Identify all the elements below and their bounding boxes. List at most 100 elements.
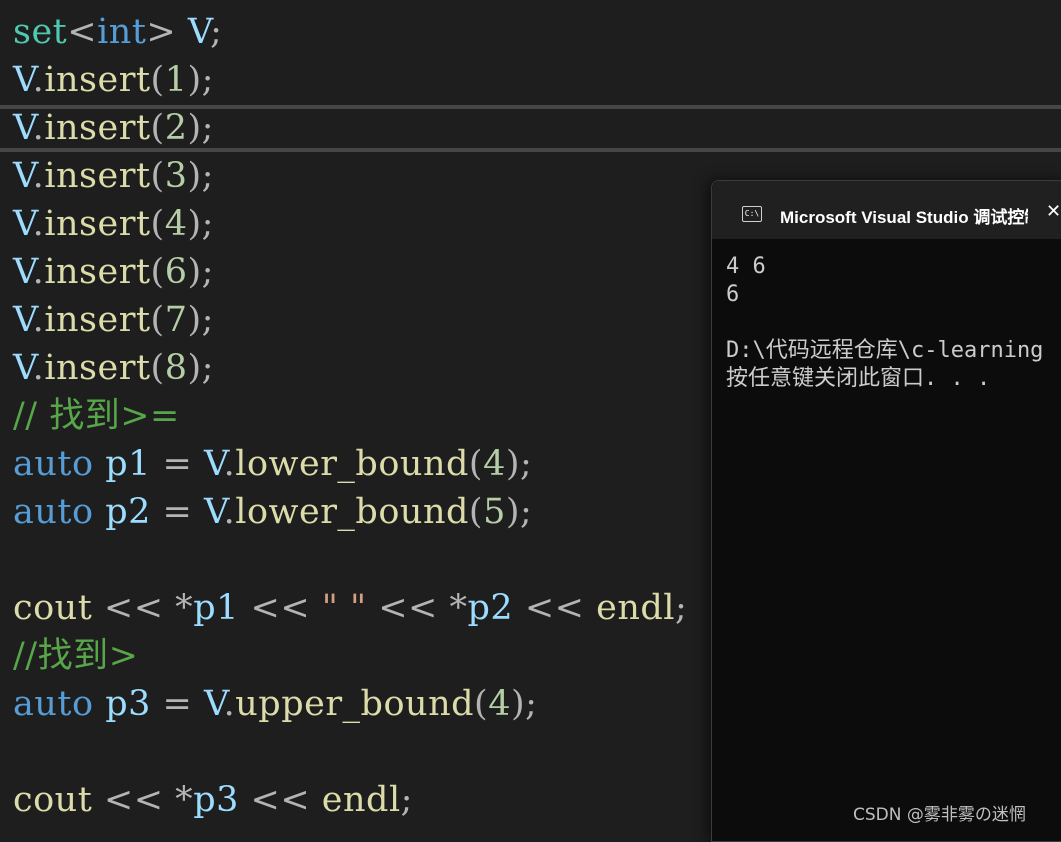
code-token: 3 (164, 156, 188, 196)
code-token: ); (505, 492, 533, 532)
code-token: 4 (488, 684, 511, 724)
code-token: ; (400, 780, 413, 820)
code-token: auto (13, 444, 94, 484)
close-icon[interactable]: ✕ (1046, 201, 1061, 223)
code-token: cout (13, 588, 93, 628)
code-line[interactable]: auto p1 = V.lower_bound(4); (13, 440, 532, 488)
code-line[interactable]: V.insert(1); (13, 56, 214, 104)
console-output-line: 4 6 (726, 254, 766, 279)
code-token: V (187, 12, 211, 52)
code-token: . (32, 252, 45, 292)
code-token: 5 (483, 492, 506, 532)
code-token: p2 (105, 492, 151, 532)
code-token: ( (150, 348, 165, 388)
code-token: p1 (193, 588, 239, 628)
code-token: int (97, 12, 147, 52)
code-token: p2 (467, 588, 514, 628)
code-line-current[interactable]: V.insert(2); (13, 104, 214, 152)
code-token: ( (150, 156, 165, 196)
code-token: . (223, 684, 236, 724)
code-token: ); (187, 108, 214, 148)
code-line[interactable]: V.insert(6); (13, 248, 214, 296)
console-output-line: 按任意键关闭此窗口. . . (726, 366, 991, 391)
code-token: lower_bound (235, 492, 469, 532)
code-token: . (32, 156, 45, 196)
code-line[interactable]: V.insert(4); (13, 200, 214, 248)
code-token: ( (150, 204, 165, 244)
code-line[interactable]: cout << *p3 << endl; (13, 776, 413, 824)
code-token: . (223, 492, 236, 532)
code-token: endl (321, 780, 401, 820)
code-line[interactable]: set<int> V; (13, 8, 222, 56)
watermark: CSDN @雾非雾の迷惘 (853, 805, 1026, 825)
code-token: // 找到>= (13, 396, 180, 436)
code-token: 8 (164, 348, 188, 388)
code-token: p3 (105, 684, 151, 724)
console-output: 4 6 6 D:\代码远程仓库\c-learning 按任意键关闭此窗口. . . (726, 253, 1061, 813)
code-token: upper_bound (235, 684, 475, 724)
code-token: = (150, 444, 204, 484)
code-token: ); (187, 348, 214, 388)
code-token: . (32, 300, 45, 340)
code-token: < (67, 12, 98, 52)
console-app-icon: C:\ (742, 206, 762, 222)
code-token: ); (510, 684, 538, 724)
code-token: . (32, 108, 45, 148)
code-line[interactable]: V.insert(8); (13, 344, 214, 392)
code-token: insert (44, 204, 151, 244)
code-token: . (32, 204, 45, 244)
code-token: p1 (105, 444, 151, 484)
code-token: ; (674, 588, 688, 628)
console-output-line: 6 (726, 282, 740, 307)
code-token: ( (468, 444, 484, 484)
code-line[interactable]: auto p2 = V.lower_bound(5); (13, 488, 532, 536)
code-token: ( (150, 300, 165, 340)
code-token: ( (150, 108, 165, 148)
code-token: auto (13, 684, 94, 724)
code-token: insert (44, 60, 151, 100)
code-line[interactable]: //找到> (13, 632, 138, 680)
code-token: insert (44, 252, 151, 292)
code-token: endl (596, 588, 675, 628)
debug-console-window[interactable]: C:\ Microsoft Visual Studio 调试控制台 ✕ 4 6 6… (711, 180, 1061, 842)
code-token: V (13, 252, 33, 292)
code-token: . (32, 348, 45, 388)
code-line[interactable]: auto p3 = V.upper_bound(4); (13, 680, 537, 728)
code-token: insert (44, 348, 151, 388)
code-token: V (13, 348, 33, 388)
code-token: insert (44, 300, 151, 340)
code-token: 1 (164, 60, 188, 100)
code-token: auto (13, 492, 94, 532)
code-token: V (13, 204, 33, 244)
code-token: 6 (164, 252, 188, 292)
code-token: lower_bound (235, 444, 469, 484)
code-token: V (203, 492, 224, 532)
code-line[interactable]: // 找到>= (13, 392, 180, 440)
code-line[interactable]: V.insert(3); (13, 152, 214, 200)
console-titlebar[interactable]: C:\ Microsoft Visual Studio 调试控制台 ✕ (712, 181, 1061, 239)
code-token: ( (468, 492, 484, 532)
code-token: V (203, 684, 224, 724)
code-line[interactable]: V.insert(7); (13, 296, 214, 344)
code-token: 4 (483, 444, 506, 484)
code-token: ); (187, 60, 214, 100)
code-token: ); (187, 156, 214, 196)
code-token: << * (92, 780, 194, 820)
code-token: 7 (164, 300, 188, 340)
code-token: . (32, 60, 45, 100)
console-title: Microsoft Visual Studio 调试控制台 (780, 208, 1028, 225)
code-line[interactable]: cout << *p1 << " " << *p2 << endl; (13, 584, 687, 632)
code-token: << (513, 588, 597, 628)
code-token: insert (44, 156, 151, 196)
code-token: << * (366, 588, 468, 628)
code-token: ); (505, 444, 533, 484)
code-token: set (13, 12, 68, 52)
code-token: << (238, 588, 322, 628)
code-token: V (13, 108, 33, 148)
code-token: p3 (193, 780, 239, 820)
code-token: 2 (164, 108, 188, 148)
